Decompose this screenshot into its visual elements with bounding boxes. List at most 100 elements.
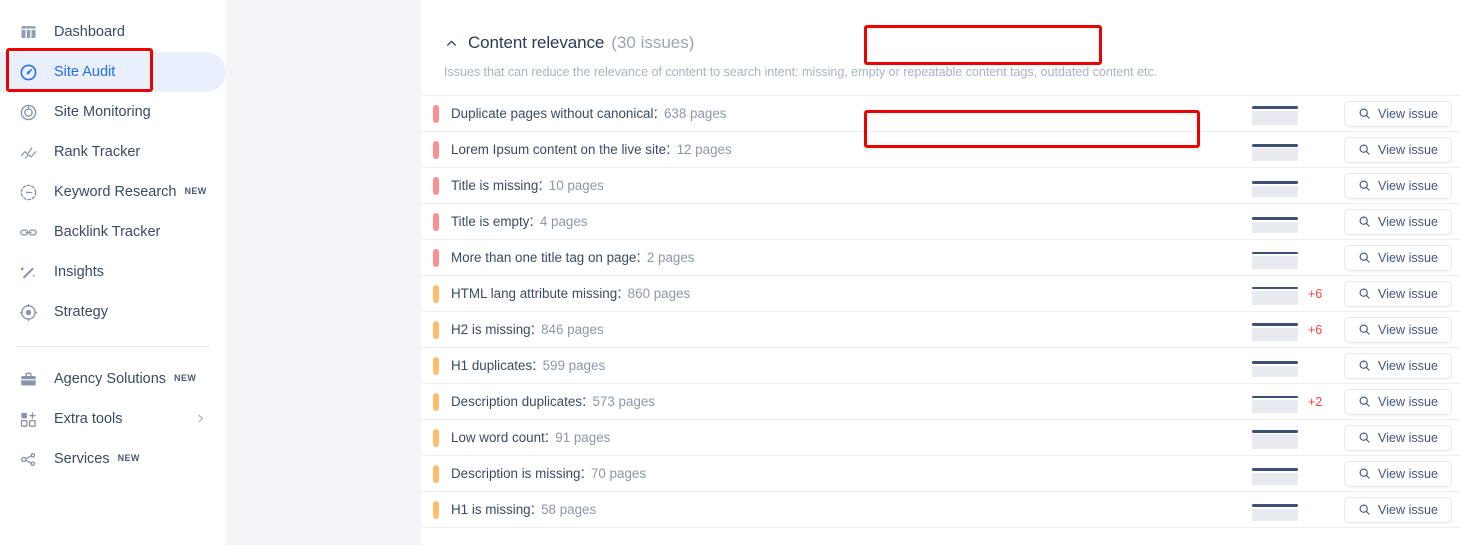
issue-name: Title is empty xyxy=(451,214,530,229)
link-chain-icon xyxy=(18,222,38,242)
issue-name: More than one title tag on page xyxy=(451,250,637,265)
sidebar-item-strategy[interactable]: Strategy xyxy=(0,292,226,332)
view-issue-button[interactable]: View issue xyxy=(1344,460,1452,487)
issue-page-count: 2 pages xyxy=(646,250,695,265)
trend-sparkline xyxy=(1252,103,1298,125)
sidebar-item-services[interactable]: Services NEW xyxy=(0,439,226,479)
sparkline-area xyxy=(1252,256,1298,269)
sidebar-item-dashboard[interactable]: Dashboard xyxy=(0,12,226,52)
sidebar-item-backlink-tracker[interactable]: Backlink Tracker xyxy=(0,212,226,252)
sidebar-item-rank-tracker[interactable]: Rank Tracker xyxy=(0,132,226,172)
sparkline-line xyxy=(1252,144,1298,147)
issue-separator: : xyxy=(530,320,536,338)
row-actions: View issue xyxy=(1252,208,1460,235)
sparkline-area xyxy=(1252,221,1298,233)
issue-page-count: 91 pages xyxy=(555,430,611,445)
view-issue-button[interactable]: View issue xyxy=(1344,172,1452,199)
view-issue-label: View issue xyxy=(1378,466,1438,481)
sidebar-item-label: Services xyxy=(54,451,110,467)
severity-indicator xyxy=(433,104,439,123)
chevron-up-icon[interactable] xyxy=(444,36,458,50)
delta-badge: +2 xyxy=(1308,394,1323,409)
view-issue-button[interactable]: View issue xyxy=(1344,208,1452,235)
table-row[interactable]: Duplicate pages without canonical:638 pa… xyxy=(421,96,1460,132)
issue-separator: : xyxy=(529,212,534,230)
row-actions: View issue xyxy=(1252,460,1460,487)
issue-separator: : xyxy=(580,464,585,482)
sidebar-item-label: Insights xyxy=(54,264,104,280)
row-actions: View issue xyxy=(1252,244,1460,271)
magnifier-icon xyxy=(1358,359,1371,372)
issue-separator: : xyxy=(544,428,550,446)
sparkline-area xyxy=(1252,291,1298,305)
view-issue-button[interactable]: View issue xyxy=(1344,352,1452,379)
sidebar-item-keyword-research[interactable]: Keyword Research NEW xyxy=(0,172,226,212)
sparkline-area xyxy=(1252,434,1298,449)
table-row[interactable]: H1 is missing:58 pages View issue xyxy=(421,492,1460,528)
table-row[interactable]: HTML lang attribute missing:860 pages +6 V… xyxy=(421,276,1460,312)
view-issue-button[interactable]: View issue xyxy=(1344,280,1452,307)
radar-icon xyxy=(18,102,38,122)
magnifier-icon xyxy=(1358,467,1371,480)
sparkline-area xyxy=(1252,508,1298,521)
section-issue-count: (30 issues) xyxy=(611,33,695,52)
table-row[interactable]: Lorem Ipsum content on the live site:12 … xyxy=(421,132,1460,168)
new-badge: NEW xyxy=(184,185,207,196)
trend-sparkline xyxy=(1252,247,1298,269)
issue-name: H2 is missing xyxy=(451,322,531,337)
table-row[interactable]: Low word count:91 pages View issue xyxy=(421,420,1460,456)
target-crosshair-icon xyxy=(18,302,38,322)
view-issue-button[interactable]: View issue xyxy=(1344,316,1452,343)
sidebar-item-label: Backlink Tracker xyxy=(54,224,161,240)
table-row[interactable]: More than one title tag on page:2 pages V… xyxy=(421,240,1460,276)
new-badge: NEW xyxy=(117,452,140,463)
section-header[interactable]: Content relevance (30 issues) xyxy=(421,0,1460,53)
row-actions: View issue xyxy=(1252,496,1460,523)
magic-wand-icon xyxy=(18,262,38,282)
table-row[interactable]: H1 duplicates:599 pages View issue xyxy=(421,348,1460,384)
table-row[interactable]: Description duplicates:573 pages +2 View i… xyxy=(421,384,1460,420)
sidebar-secondary-group: Agency Solutions NEW Extra tools Services NE… xyxy=(0,359,226,479)
table-row[interactable]: Title is empty:4 pages View issue xyxy=(421,204,1460,240)
magnifier-icon xyxy=(1358,287,1371,300)
grid-plus-icon xyxy=(18,409,38,429)
issue-name: Description is missing xyxy=(451,466,581,481)
trend-sparkline xyxy=(1252,391,1298,413)
issue-name: H1 is missing xyxy=(451,502,531,517)
trend-sparkline xyxy=(1252,463,1298,485)
severity-indicator xyxy=(433,212,439,231)
sidebar: Dashboard Site Audit Site Monitoring Rank T… xyxy=(0,0,226,545)
sidebar-item-site-monitoring[interactable]: Site Monitoring xyxy=(0,92,226,132)
sidebar-item-label: Extra tools xyxy=(54,411,123,427)
severity-indicator xyxy=(433,320,439,339)
view-issue-button[interactable]: View issue xyxy=(1344,388,1452,415)
view-issue-label: View issue xyxy=(1378,394,1438,409)
sidebar-item-extra-tools[interactable]: Extra tools xyxy=(0,399,226,439)
chevron-right-icon[interactable] xyxy=(195,413,206,426)
page-title: Content relevance xyxy=(468,33,605,52)
sparkline-line xyxy=(1252,106,1298,109)
table-row[interactable]: H2 is missing:846 pages +6 View issue xyxy=(421,312,1460,348)
secondary-panel-gap xyxy=(226,0,421,545)
view-issue-button[interactable]: View issue xyxy=(1344,424,1452,451)
sidebar-item-label: Strategy xyxy=(54,304,108,320)
view-issue-button[interactable]: View issue xyxy=(1344,496,1452,523)
view-issue-label: View issue xyxy=(1378,358,1438,373)
view-issue-label: View issue xyxy=(1378,214,1438,229)
sidebar-item-site-audit[interactable]: Site Audit xyxy=(0,52,226,92)
line-chart-icon xyxy=(18,142,38,162)
issue-name: Title is missing xyxy=(451,178,539,193)
view-issue-button[interactable]: View issue xyxy=(1344,100,1452,127)
view-issue-button[interactable]: View issue xyxy=(1344,136,1452,163)
row-actions: View issue xyxy=(1252,352,1460,379)
view-issue-button[interactable]: View issue xyxy=(1344,244,1452,271)
table-row[interactable]: Description is missing:70 pages View issu… xyxy=(421,456,1460,492)
row-actions: View issue xyxy=(1252,136,1460,163)
table-row[interactable]: Title is missing:10 pages View issue xyxy=(421,168,1460,204)
delta-badge: +6 xyxy=(1308,322,1323,337)
severity-indicator xyxy=(433,500,439,519)
sidebar-item-agency-solutions[interactable]: Agency Solutions NEW xyxy=(0,359,226,399)
sidebar-item-insights[interactable]: Insights xyxy=(0,252,226,292)
sidebar-item-label: Site Audit xyxy=(54,64,116,80)
sparkline-line xyxy=(1252,217,1298,220)
